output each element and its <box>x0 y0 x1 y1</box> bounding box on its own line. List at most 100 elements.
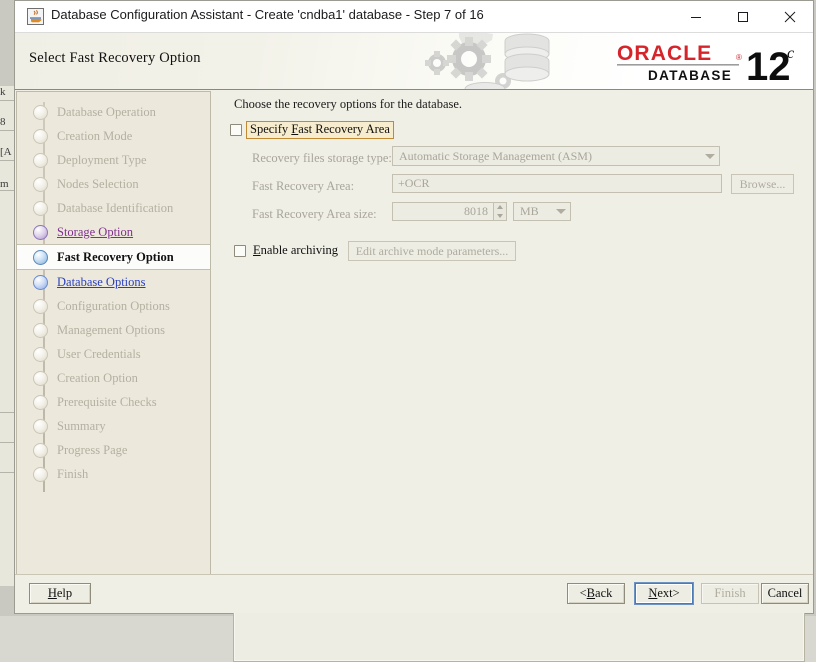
help-button-label: Help <box>47 586 73 600</box>
background-text-fragment: m <box>0 178 9 190</box>
svg-text:ORACLE: ORACLE <box>617 42 712 65</box>
sidebar-step-label: Finish <box>57 466 89 481</box>
sidebar-step-label: Database Options <box>57 274 146 289</box>
next-button[interactable]: Next> <box>635 583 693 604</box>
sidebar-step-management-options: Management Options <box>17 318 210 342</box>
sidebar-step-finish: Finish <box>17 462 210 486</box>
minimize-button[interactable] <box>673 1 719 32</box>
gears-database-artwork <box>425 33 550 89</box>
background-text-fragment: 8 <box>0 116 6 128</box>
sidebar-step-prerequisite-checks: Prerequisite Checks <box>17 390 210 414</box>
sidebar-step-label: Database Identification <box>57 200 174 215</box>
sidebar-step-label: Configuration Options <box>57 298 170 313</box>
sidebar-step-label: Prerequisite Checks <box>57 394 157 409</box>
close-button[interactable] <box>767 1 813 32</box>
specify-fra-row[interactable]: Specify Fast Recovery Area <box>230 121 394 139</box>
sidebar-step-fast-recovery-option: Fast Recovery Option <box>17 244 210 270</box>
sidebar-step-nodes-selection: Nodes Selection <box>17 172 210 196</box>
sidebar-step-deployment-type: Deployment Type <box>17 148 210 172</box>
step-status-bulb-icon <box>33 274 48 290</box>
sidebar-step-label: Summary <box>57 418 106 433</box>
edit-archive-params-label: Edit archive mode parameters... <box>355 243 509 258</box>
dialog-footer: Help <Back Next> Finish Cancel <box>15 574 813 613</box>
page-title: Select Fast Recovery Option <box>29 50 201 66</box>
sidebar-step-label: User Credentials <box>57 346 141 361</box>
fra-location-label: Fast Recovery Area: <box>252 179 355 193</box>
dialog-body: Database Operation Creation Mode Deploymen… <box>15 89 813 662</box>
fra-size-unit-combo[interactable]: MB <box>513 202 571 221</box>
sidebar-step-summary: Summary <box>17 414 210 438</box>
instruction-text: Choose the recovery options for the data… <box>234 97 463 111</box>
storage-type-label: Recovery files storage type: <box>252 151 392 165</box>
step-status-bulb-icon <box>33 346 48 362</box>
java-cup-icon <box>27 8 44 25</box>
maximize-button[interactable] <box>720 1 766 32</box>
step-status-bulb-icon <box>33 442 48 458</box>
sidebar-step-label: Management Options <box>57 322 165 337</box>
finish-button: Finish <box>701 583 759 604</box>
storage-type-combo[interactable]: Automatic Storage Management (ASM) <box>392 146 720 166</box>
enable-archiving-checkbox[interactable] <box>234 244 246 257</box>
main-content-panel: Choose the recovery options for the data… <box>220 91 809 578</box>
specify-fra-checkbox[interactable] <box>230 124 242 136</box>
enable-archiving-row[interactable]: Enable archiving <box>234 243 338 258</box>
step-status-bulb-icon <box>33 370 48 386</box>
edit-archive-params-button[interactable]: Edit archive mode parameters... <box>348 241 516 261</box>
svg-text:c: c <box>787 45 794 62</box>
svg-text:12: 12 <box>746 45 791 86</box>
svg-text:DATABASE: DATABASE <box>648 68 732 83</box>
step-status-bulb-icon <box>33 152 48 168</box>
storage-type-value: Automatic Storage Management (ASM) <box>399 148 592 163</box>
chevron-down-icon <box>705 153 715 159</box>
fra-size-value: 8018 <box>464 204 488 218</box>
sidebar-step-label: Fast Recovery Option <box>57 249 174 264</box>
window-title: Database Configuration Assistant - Creat… <box>51 7 484 22</box>
fra-size-stepper[interactable] <box>493 202 507 221</box>
specify-fra-focus-ring: Specify Fast Recovery Area <box>246 121 394 139</box>
fra-size-input[interactable]: 8018 <box>392 202 494 221</box>
step-status-bulb-icon <box>33 104 48 120</box>
dca-dialog-window: Database Configuration Assistant - Creat… <box>14 0 814 662</box>
wizard-step-sidebar: Database Operation Creation Mode Deploymen… <box>16 91 211 578</box>
sidebar-step-database-options[interactable]: Database Options <box>17 270 210 294</box>
fra-location-input[interactable]: +OCR <box>392 174 722 193</box>
step-status-bulb-icon <box>33 128 48 144</box>
stepper-up-icon[interactable] <box>494 203 506 212</box>
sidebar-step-label: Database Operation <box>57 104 156 119</box>
background-text-fragment: k <box>0 86 6 98</box>
back-button-label: <Back <box>579 586 613 600</box>
oracle-database-logo: ORACLE ® DATABASE 12 c <box>617 42 794 86</box>
step-status-bulb-icon <box>33 418 48 434</box>
fra-size-label: Fast Recovery Area size: <box>252 207 377 221</box>
help-button[interactable]: Help <box>29 583 91 604</box>
sidebar-step-database-identification: Database Identification <box>17 196 210 220</box>
back-button[interactable]: <Back <box>567 583 625 604</box>
step-list: Database Operation Creation Mode Deploymen… <box>17 92 210 486</box>
step-status-bulb-icon <box>33 249 48 265</box>
svg-text:®: ® <box>736 53 742 62</box>
enable-archiving-label: Enable archiving <box>253 243 339 257</box>
step-status-bulb-icon <box>33 466 48 482</box>
sidebar-step-database-operation: Database Operation <box>17 100 210 124</box>
browse-button[interactable]: Browse... <box>731 174 794 194</box>
title-bar: Database Configuration Assistant - Creat… <box>15 1 813 33</box>
sidebar-step-storage-option[interactable]: Storage Option <box>17 220 210 244</box>
sidebar-step-user-credentials: User Credentials <box>17 342 210 366</box>
stepper-down-icon[interactable] <box>494 212 506 221</box>
sidebar-step-configuration-options: Configuration Options <box>17 294 210 318</box>
sidebar-step-label: Progress Page <box>57 442 128 457</box>
browse-button-label: Browse... <box>739 176 786 191</box>
cancel-button-label: Cancel <box>767 586 803 600</box>
chevron-down-icon <box>556 209 566 214</box>
sidebar-step-label: Deployment Type <box>57 152 147 167</box>
step-status-bulb-icon <box>33 298 48 314</box>
fra-size-unit-value: MB <box>520 204 539 218</box>
step-status-bulb-icon <box>33 394 48 410</box>
step-status-bulb-icon <box>33 200 48 216</box>
fra-location-value: +OCR <box>398 176 430 190</box>
cancel-button[interactable]: Cancel <box>761 583 809 604</box>
sidebar-step-label: Creation Option <box>57 370 138 385</box>
sidebar-step-progress-page: Progress Page <box>17 438 210 462</box>
sidebar-step-creation-mode: Creation Mode <box>17 124 210 148</box>
sidebar-step-creation-option: Creation Option <box>17 366 210 390</box>
